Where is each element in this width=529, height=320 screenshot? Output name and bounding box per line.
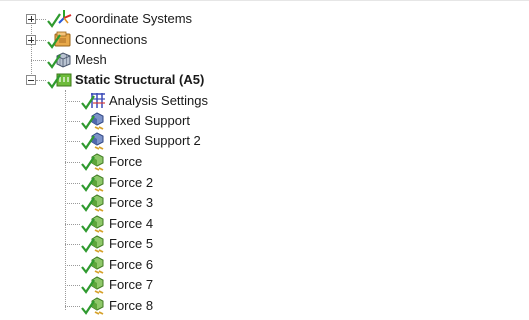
tree-item-label: Force 3 bbox=[109, 195, 154, 210]
tree-item-coordinate-systems[interactable]: Coordinate Systems bbox=[46, 9, 192, 29]
force-icon bbox=[80, 255, 106, 275]
tree-item-force[interactable]: Force bbox=[80, 152, 142, 172]
analysis-settings-icon bbox=[80, 91, 106, 111]
tree-item-label: Force 2 bbox=[109, 175, 154, 190]
tree-line bbox=[65, 265, 80, 266]
tree-item-static-structural[interactable]: Static Structural (A5) bbox=[46, 70, 204, 90]
tree-line bbox=[36, 80, 46, 81]
tree-line bbox=[65, 244, 80, 245]
tree-line bbox=[65, 162, 80, 163]
tree-item-label: Connections bbox=[75, 32, 148, 47]
force-icon bbox=[80, 173, 106, 193]
tree-item-label: Fixed Support bbox=[109, 113, 190, 128]
tree-item-mesh[interactable]: Mesh bbox=[46, 50, 107, 70]
tree-line bbox=[31, 60, 46, 61]
tree-item-label: Mesh bbox=[75, 52, 107, 67]
coordinate-systems-icon bbox=[46, 9, 72, 29]
tree-item-label: Force 6 bbox=[109, 257, 154, 272]
expand-toggle-coordinate-systems[interactable] bbox=[26, 14, 36, 24]
force-icon bbox=[80, 275, 106, 295]
tree-item-label: Analysis Settings bbox=[109, 93, 208, 108]
tree-line bbox=[65, 285, 80, 286]
support-icon bbox=[80, 131, 106, 151]
expand-toggle-connections[interactable] bbox=[26, 35, 36, 45]
tree-item-label: Force 4 bbox=[109, 216, 154, 231]
tree-item-force-6[interactable]: Force 6 bbox=[80, 255, 153, 275]
tree-item-force-3[interactable]: Force 3 bbox=[80, 193, 153, 213]
tree-line bbox=[65, 183, 80, 184]
tree-item-label: Force bbox=[109, 154, 143, 169]
tree-line bbox=[65, 121, 80, 122]
tree-item-connections[interactable]: Connections bbox=[46, 30, 147, 50]
tree-line bbox=[36, 19, 46, 20]
tree-item-force-8[interactable]: Force 8 bbox=[80, 296, 153, 316]
tree-line bbox=[65, 141, 80, 142]
tree-item-label: Static Structural (A5) bbox=[75, 72, 205, 87]
tree-line bbox=[65, 224, 80, 225]
tree-item-fixed-support[interactable]: Fixed Support bbox=[80, 111, 190, 131]
tree-item-force-5[interactable]: Force 5 bbox=[80, 234, 153, 254]
static-structural-icon bbox=[46, 70, 72, 90]
tree-line bbox=[65, 203, 80, 204]
connections-icon bbox=[46, 30, 72, 50]
tree-line bbox=[65, 101, 80, 102]
tree-item-fixed-support-2[interactable]: Fixed Support 2 bbox=[80, 131, 201, 151]
force-icon bbox=[80, 234, 106, 254]
tree-item-force-7[interactable]: Force 7 bbox=[80, 275, 153, 295]
tree-item-force-2[interactable]: Force 2 bbox=[80, 173, 153, 193]
mesh-icon bbox=[46, 50, 72, 70]
support-icon bbox=[80, 111, 106, 131]
force-icon bbox=[80, 214, 106, 234]
tree-item-analysis-settings[interactable]: Analysis Settings bbox=[80, 91, 208, 111]
force-icon bbox=[80, 296, 106, 316]
tree-line bbox=[65, 90, 66, 310]
collapse-toggle-static-structural[interactable] bbox=[26, 75, 36, 85]
tree-item-label: Force 5 bbox=[109, 236, 154, 251]
tree-item-label: Fixed Support 2 bbox=[109, 133, 201, 148]
tree-item-force-4[interactable]: Force 4 bbox=[80, 214, 153, 234]
tree-line bbox=[36, 40, 46, 41]
tree-item-label: Force 7 bbox=[109, 277, 154, 292]
tree-item-label: Coordinate Systems bbox=[75, 11, 193, 26]
tree-line bbox=[65, 306, 80, 307]
force-icon bbox=[80, 193, 106, 213]
tree-item-label: Force 8 bbox=[109, 298, 154, 313]
project-tree: Coordinate Systems Connections Mesh Stat… bbox=[0, 0, 529, 320]
force-icon bbox=[80, 152, 106, 172]
